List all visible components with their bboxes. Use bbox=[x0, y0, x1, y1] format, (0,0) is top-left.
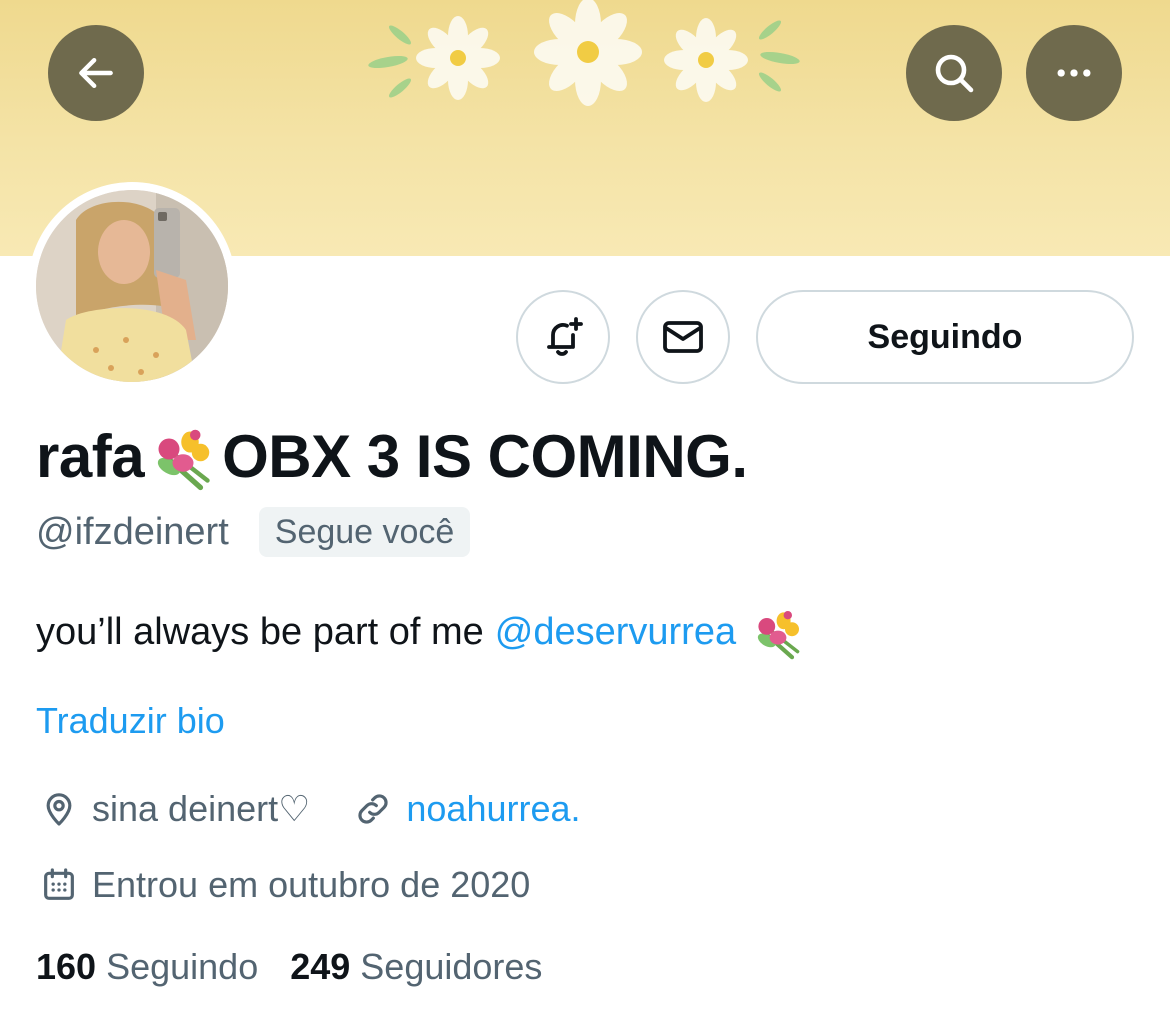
followers-count: 249 bbox=[290, 946, 351, 987]
search-button[interactable] bbox=[906, 25, 1002, 121]
arrow-left-icon bbox=[79, 57, 113, 89]
bio-mention-link[interactable]: @deservurrea bbox=[495, 611, 736, 654]
translate-bio-link[interactable]: Traduzir bio bbox=[36, 700, 225, 742]
daisy-decoration bbox=[368, 0, 800, 106]
follows-you-badge: Segue você bbox=[258, 507, 471, 557]
location-website-row: sina deinert♡ noahurrea. bbox=[36, 786, 581, 832]
link-icon bbox=[350, 786, 396, 832]
bio-text: you’ll always be part of me bbox=[36, 610, 484, 653]
more-button[interactable] bbox=[1026, 25, 1122, 121]
following-count: 160 bbox=[36, 946, 97, 987]
bouquet-emoji bbox=[157, 429, 210, 491]
handle-row: @ifzdeinert Segue você bbox=[36, 506, 471, 558]
more-horizontal-icon bbox=[1057, 69, 1091, 77]
username-handle: @ifzdeinert bbox=[36, 510, 229, 553]
calendar-icon bbox=[36, 862, 82, 908]
display-name-prefix: rafa bbox=[36, 422, 145, 490]
display-name-suffix: OBX 3 IS COMING. bbox=[222, 422, 748, 490]
notify-button[interactable] bbox=[516, 290, 610, 384]
display-name: rafa OBX 3 IS COMING. bbox=[36, 418, 748, 494]
location-pin-icon bbox=[36, 786, 82, 832]
message-button[interactable] bbox=[636, 290, 730, 384]
avatar[interactable] bbox=[36, 190, 228, 382]
bouquet-emoji bbox=[757, 611, 800, 660]
followers-label: Seguidores bbox=[360, 946, 543, 987]
avatar-photo bbox=[36, 190, 228, 382]
location-text: sina deinert♡ bbox=[92, 788, 311, 829]
joined-text: Entrou em outubro de 2020 bbox=[92, 864, 531, 905]
joined-row: Entrou em outubro de 2020 bbox=[36, 862, 530, 908]
envelope-icon bbox=[663, 321, 703, 353]
search-icon bbox=[935, 54, 974, 93]
follow-counts: 160 Seguindo 249 Seguidores bbox=[36, 946, 542, 988]
following-label: Seguindo bbox=[106, 946, 259, 987]
followers-count-link[interactable]: 249 Seguidores bbox=[290, 946, 542, 988]
following-count-link[interactable]: 160 Seguindo bbox=[36, 946, 258, 988]
back-button[interactable] bbox=[48, 25, 144, 121]
bio: you’ll always be part of me @deservurrea bbox=[36, 604, 806, 660]
website-link[interactable]: noahurrea. bbox=[406, 788, 580, 830]
bell-plus-icon bbox=[547, 317, 583, 356]
following-button[interactable]: Seguindo bbox=[756, 290, 1134, 384]
